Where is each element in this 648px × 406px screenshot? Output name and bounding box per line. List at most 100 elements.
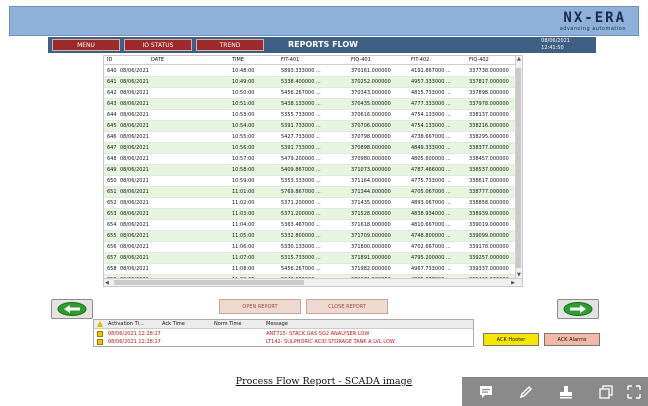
warning-icon	[97, 321, 103, 327]
cell-fit-402: 4702.667000 ...	[411, 244, 451, 250]
table-row[interactable]: 658 08/06/2021 11:08:00 5456.267000 ... 3719…	[104, 264, 516, 275]
table-row[interactable]: 644 08/06/2021 10:53:00 5355.733000 ... 3706…	[104, 110, 516, 121]
cell-fiq-401: 370798.000000	[351, 134, 391, 140]
alarm-col-norm-time[interactable]: Norm Time	[214, 320, 241, 329]
table-row[interactable]: 640 08/06/2021 10:48:00 5893.333000 ... 3701…	[104, 66, 516, 77]
table-row[interactable]: 643 08/06/2021 10:51:00 5438.133000 ... 3704…	[104, 99, 516, 110]
table-row[interactable]: 656 08/06/2021 11:06:00 5330.133000 ... 3718…	[104, 242, 516, 253]
cell-id: 646	[107, 134, 117, 140]
col-header-fiq-402[interactable]: FIQ-402	[469, 56, 489, 65]
alarm-col-message[interactable]: Message	[266, 320, 288, 329]
table-row[interactable]: 641 08/06/2021 10:49:00 5338.400000 ... 3702…	[104, 77, 516, 88]
table-row[interactable]: 642 08/06/2021 10:50:00 5456.267000 ... 3703…	[104, 88, 516, 99]
cell-date: 08/06/2021	[120, 178, 149, 184]
previous-page-button[interactable]	[51, 299, 93, 319]
cell-fiq-402: 338457.000000	[469, 156, 509, 162]
cell-date: 08/06/2021	[120, 156, 149, 162]
vertical-scroll-thumb[interactable]	[516, 68, 521, 268]
table-row[interactable]: 650 08/06/2021 10:59:00 5353.333000 ... 3711…	[104, 176, 516, 187]
cell-fiq-401: 370980.000000	[351, 156, 391, 162]
alarm-col-activation[interactable]: Activation Ti...	[108, 320, 144, 329]
cell-id: 660	[107, 286, 117, 287]
cell-fit-401: 5409.867000 ...	[281, 167, 321, 173]
open-report-button[interactable]: OPEN REPORT	[219, 299, 301, 314]
cell-fit-402: 4838.934000 ...	[411, 211, 451, 217]
page-title: REPORTS FLOW	[288, 40, 358, 49]
scroll-left-icon[interactable]: ◀	[105, 280, 109, 286]
vertical-scrollbar[interactable]: ▲ ▼	[515, 56, 522, 278]
cell-fiq-401: 370616.000000	[351, 112, 391, 118]
scroll-right-icon[interactable]: ▶	[511, 280, 515, 286]
cell-fiq-402: 337898.000000	[469, 90, 509, 96]
table-row[interactable]: 654 08/06/2021 11:04:00 5363.467000 ... 3716…	[104, 220, 516, 231]
cell-time: 11:01:00	[232, 189, 255, 195]
cell-date: 08/06/2021	[120, 101, 149, 107]
alarm-col-ack-time[interactable]: Ack Time	[162, 320, 185, 329]
current-time: 12:41:50	[541, 45, 564, 51]
cell-fit-401: 5330.133000 ...	[281, 244, 321, 250]
nav-bar: MENU IO STATUS TREND REPORTS FLOW 08/06/…	[48, 37, 596, 53]
close-report-button[interactable]: CLOSE REPORT	[306, 299, 388, 314]
io-status-button[interactable]: IO STATUS	[124, 39, 192, 51]
cell-time: 10:58:00	[232, 167, 255, 173]
alarm-bell-icon	[97, 339, 103, 345]
table-row[interactable]: 649 08/06/2021 10:58:00 5409.867000 ... 3710…	[104, 165, 516, 176]
trend-button[interactable]: TREND	[196, 39, 264, 51]
table-row[interactable]: 646 08/06/2021 10:55:00 5427.733000 ... 3707…	[104, 132, 516, 143]
table-row[interactable]: 655 08/06/2021 11:05:00 5332.800000 ... 3717…	[104, 231, 516, 242]
cell-fit-402: 4738.667000 ...	[411, 134, 451, 140]
table-row[interactable]: 645 08/06/2021 10:54:00 5391.733000 ... 3707…	[104, 121, 516, 132]
expand-icon[interactable]	[626, 384, 642, 400]
table-row[interactable]: 66008/06/2021 11:10:00 5422.667000 ... 3721…	[104, 286, 516, 287]
cell-fiq-402: 337978.000000	[469, 101, 509, 107]
ack-alarms-button[interactable]: ACK Alarms	[544, 333, 600, 346]
col-header-fiq-401[interactable]: FIQ-401	[351, 56, 371, 65]
cell-id: 655	[107, 233, 117, 239]
cell-id: 648	[107, 156, 117, 162]
annotation-toolbar	[462, 377, 648, 406]
table-row[interactable]: 647 08/06/2021 10:56:00 5391.733000 ... 3708…	[104, 143, 516, 154]
next-page-button[interactable]	[557, 299, 599, 319]
cell-fiq-401: 371709.000000	[351, 233, 391, 239]
horizontal-scrollbar[interactable]: ◀ ▶	[104, 278, 522, 286]
table-row[interactable]: 653 08/06/2021 11:03:00 5371.200000 ... 3715…	[104, 209, 516, 220]
cell-fit-401: 5391.733000 ...	[281, 123, 321, 129]
scroll-up-icon[interactable]: ▲	[517, 56, 521, 62]
cell-fit-402: 4748.800000 ...	[411, 233, 451, 239]
cell-fiq-402: 338137.000000	[469, 112, 509, 118]
cell-fit-401: 5427.733000 ...	[281, 134, 321, 140]
cell-id: 650	[107, 178, 117, 184]
ack-hooter-button[interactable]: ACK Hooter	[483, 333, 539, 346]
copy-icon[interactable]	[598, 384, 614, 400]
cell-fit-402: 4967.733000 ...	[411, 266, 451, 272]
menu-button[interactable]: MENU	[52, 39, 120, 51]
alarm-row[interactable]: 08/06/2021 12:28:17 LT142- SULPHORIC ACI…	[94, 338, 473, 346]
cell-date: 08/06/2021	[120, 90, 149, 96]
alarm-activation-time: 08/06/2021 12:28:17	[108, 331, 161, 337]
cell-id: 658	[107, 266, 117, 272]
cell-fit-401: 5893.333000 ...	[281, 68, 321, 74]
pen-icon[interactable]	[518, 384, 534, 400]
nx-era-logo: NX-ERA advancing automation	[560, 11, 626, 33]
table-row[interactable]: 648 08/06/2021 10:57:00 5479.200000 ... 3709…	[104, 154, 516, 165]
col-header-date[interactable]: DATE	[151, 56, 164, 65]
cell-fit-402: 4810.667000 ...	[411, 222, 451, 228]
cell-fiq-402: 339178.000000	[469, 244, 509, 250]
cell-date: 08/06/2021	[120, 286, 149, 287]
horizontal-scroll-thumb[interactable]	[114, 280, 304, 285]
table-row[interactable]: 652 08/06/2021 11:02:00 5371.200000 ... 3714…	[104, 198, 516, 209]
stamp-icon[interactable]	[558, 384, 574, 400]
cell-time: 10:48:00	[232, 68, 255, 74]
alarm-row[interactable]: 08/06/2021 12:28:17 ANT715- STACK GAS SO…	[94, 330, 473, 338]
cell-fiq-402: 339099.000000	[469, 233, 509, 239]
col-header-id[interactable]: ID	[107, 56, 112, 65]
cell-fit-401: 5422.667000 ...	[281, 286, 321, 287]
col-header-fit-401[interactable]: FIT-401	[281, 56, 299, 65]
cell-time: 11:06:00	[232, 244, 255, 250]
comment-icon[interactable]	[478, 384, 494, 400]
table-row[interactable]: 651 08/06/2021 11:01:00 5769.867000 ... 3713…	[104, 187, 516, 198]
table-row[interactable]: 657 08/06/2021 11:07:00 5315.733000 ... 3718…	[104, 253, 516, 264]
cell-fit-402: 4957.333000 ...	[411, 79, 451, 85]
col-header-time[interactable]: TIME	[232, 56, 244, 65]
col-header-fit-402[interactable]: FIT-402	[411, 56, 429, 65]
